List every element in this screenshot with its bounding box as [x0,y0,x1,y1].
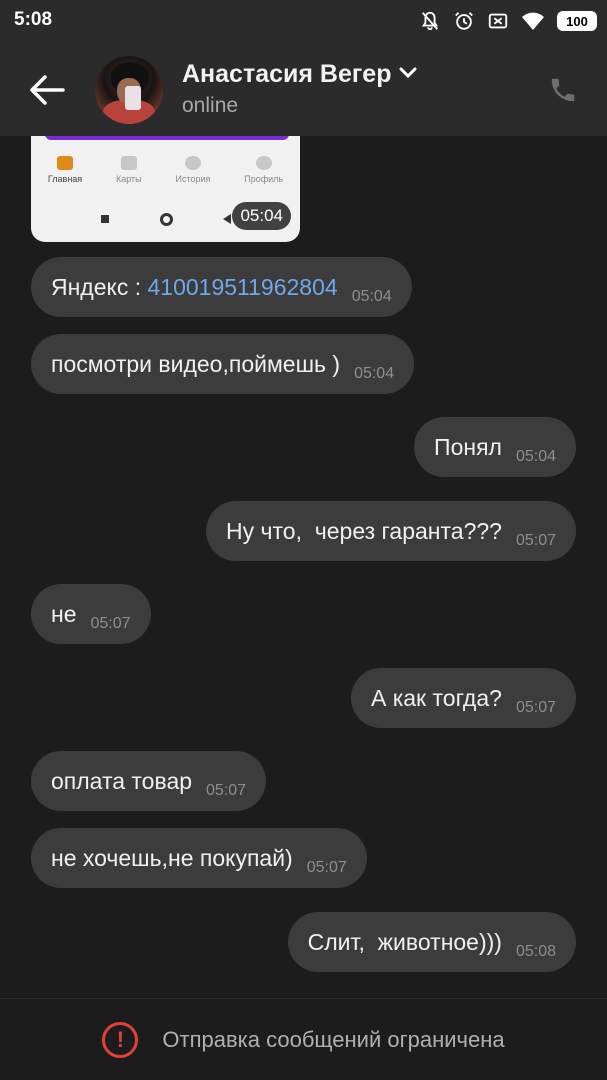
battery-icon: 100 [557,11,597,31]
message-time: 05:04 [351,288,392,305]
warning-icon: ! [102,1021,139,1058]
message-time: 05:07 [206,782,247,799]
screenshot-nav-item: Профиль [244,156,283,196]
avatar[interactable] [95,56,163,124]
message-text: Ну что, через гаранта??? [226,517,502,544]
image-message[interactable]: Главная Карты История Профиль 05:04 [31,136,300,242]
message-list[interactable]: Главная Карты История Профиль 05:04 Янде… [0,136,607,998]
screenshot-nav: Главная Карты История Профиль [31,156,300,196]
status-time: 5:08 [14,9,53,30]
message-bubble-in[interactable]: оплата товар 05:07 [31,751,267,811]
message-bubble-in[interactable]: Яндекс : 410019511962804 05:04 [31,257,412,317]
restriction-text: Отправка сообщений ограничена [162,1026,505,1052]
messaging-restricted-banner: ! Отправка сообщений ограничена [0,998,607,1080]
contact-name: Анастасия Вегер [182,60,392,88]
chat-header: Анастасия Вегер online [0,42,607,136]
message-time: 05:07 [515,532,556,549]
message-bubble-out[interactable]: А как тогда? 05:07 [350,668,576,728]
screenshot-nav-item: Карты [116,156,142,196]
phone-icon[interactable] [541,68,585,112]
bell-off-icon [419,10,441,32]
message-text: Понял [434,433,502,460]
message-time: 05:04 [232,202,291,230]
message-text: А как тогда? [370,684,502,711]
message-text: Яндекс : [51,273,148,300]
message-time: 05:08 [515,943,556,960]
status-icons: 100 [419,8,597,34]
message-bubble-in[interactable]: не 05:07 [31,584,151,644]
chevron-down-icon[interactable] [399,66,417,84]
screenshot-nav-item: Главная [48,156,82,196]
message-time: 05:07 [90,615,131,632]
message-bubble-out[interactable]: Слит, животное))) 05:08 [287,912,576,972]
screenshot-nav-item: История [175,156,210,196]
contact-name-row[interactable]: Анастасия Вегер [182,60,417,89]
status-bar: 5:08 100 [0,0,607,42]
back-arrow-icon[interactable] [24,68,70,112]
message-link[interactable]: 410019511962804 [148,274,338,301]
sim-off-icon [487,10,509,32]
alarm-icon [453,10,475,32]
message-time: 05:07 [515,699,556,716]
message-text: посмотри видео,поймешь ) [51,350,341,377]
message-text: Слит, животное))) [307,928,502,955]
message-text: не хочешь,не покупай) [51,844,293,871]
message-bubble-out[interactable]: Ну что, через гаранта??? 05:07 [206,501,576,561]
message-time: 05:04 [354,365,395,382]
message-text: оплата товар [51,767,193,794]
message-bubble-in[interactable]: посмотри видео,поймешь ) 05:04 [31,334,415,394]
message-bubble-in[interactable]: не хочешь,не покупай) 05:07 [31,828,367,888]
message-time: 05:07 [306,859,347,876]
message-text: не [51,600,77,627]
contact-status: online [182,94,239,117]
message-bubble-out[interactable]: Понял 05:04 [414,417,576,477]
message-time: 05:04 [515,448,556,465]
wifi-icon [521,10,545,32]
